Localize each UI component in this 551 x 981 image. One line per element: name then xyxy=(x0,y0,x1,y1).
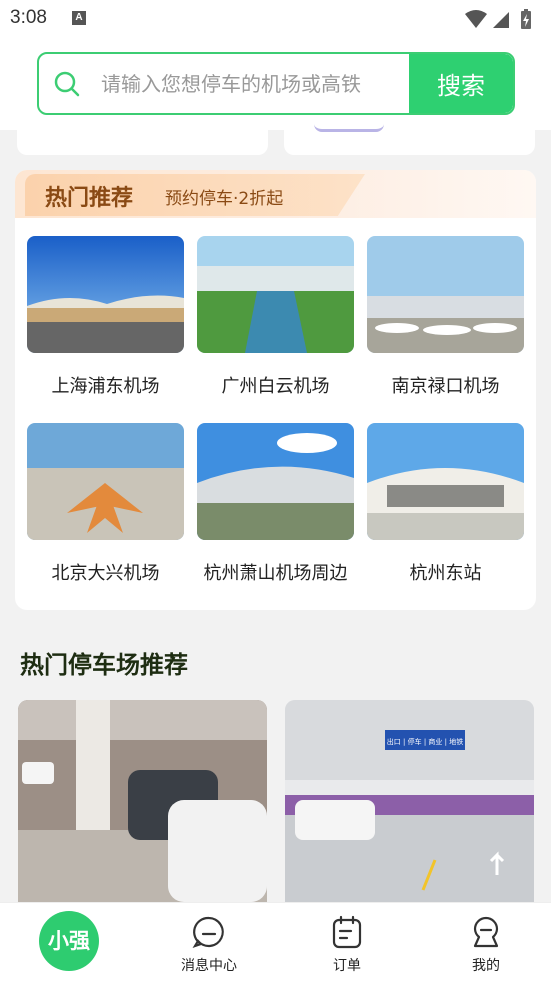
hot-subtitle: 预约停车·2折起 xyxy=(165,189,284,209)
hot-banner: 热门推荐 预约停车·2折起 xyxy=(15,170,536,218)
spot-label: 广州白云机场 xyxy=(221,376,330,397)
tab-messages[interactable]: 消息中心 xyxy=(164,903,254,981)
spot-image xyxy=(27,423,184,540)
profile-icon xyxy=(473,916,499,948)
tab-label: 消息中心 xyxy=(181,958,237,974)
search-icon xyxy=(54,71,80,97)
spot-label: 北京大兴机场 xyxy=(51,563,160,584)
message-icon xyxy=(192,916,224,948)
notification-icon: A xyxy=(72,11,86,25)
tab-mine[interactable]: 我的 xyxy=(441,903,531,981)
parking-card-1[interactable] xyxy=(18,700,267,902)
status-icons xyxy=(465,9,531,29)
header: 搜索 xyxy=(0,38,551,130)
search-button[interactable]: 搜索 xyxy=(409,54,513,113)
parking-section-title: 热门停车场推荐 xyxy=(20,651,188,679)
search-input[interactable] xyxy=(101,54,401,113)
spot-label: 南京禄口机场 xyxy=(391,376,500,397)
status-time: 3:08 xyxy=(10,7,47,28)
parking-image-2: 出口 | 停车 | 商业 | 地铁 xyxy=(285,700,534,902)
card-graphic xyxy=(314,124,384,132)
bottom-tab-bar: 小强 消息中心 订单 我的 xyxy=(0,902,551,981)
search-box: 搜索 xyxy=(37,52,515,115)
order-icon xyxy=(332,915,362,949)
spot-image xyxy=(197,236,354,353)
spot-image xyxy=(367,236,524,353)
feature-card-right[interactable] xyxy=(284,120,535,155)
tab-orders[interactable]: 订单 xyxy=(302,903,392,981)
hot-recommend-section: 热门推荐 预约停车·2折起 上海浦东机场 广州白云机场 南京禄口机场 北京大兴机… xyxy=(15,170,536,610)
parking-sign: 出口 | 停车 | 商业 | 地铁 xyxy=(387,737,463,746)
home-button[interactable]: 小强 xyxy=(39,911,99,971)
parking-image-1 xyxy=(18,700,267,902)
tab-label: 我的 xyxy=(472,958,500,974)
spot-image xyxy=(367,423,524,540)
spot-image xyxy=(197,423,354,540)
spot-label: 杭州萧山机场周边 xyxy=(203,563,348,584)
hot-title: 热门推荐 xyxy=(45,186,134,211)
status-bar: 3:08 A xyxy=(0,0,551,38)
wifi-icon xyxy=(465,10,487,28)
tab-home[interactable]: 小强 xyxy=(0,903,99,981)
parking-card-2[interactable]: 出口 | 停车 | 商业 | 地铁 xyxy=(285,700,534,902)
tab-label: 订单 xyxy=(333,958,361,974)
feature-card-left[interactable] xyxy=(17,120,268,155)
spot-label: 杭州东站 xyxy=(409,563,482,584)
spot-image xyxy=(27,236,184,353)
signal-icon xyxy=(493,12,509,28)
spot-label: 上海浦东机场 xyxy=(51,376,160,397)
